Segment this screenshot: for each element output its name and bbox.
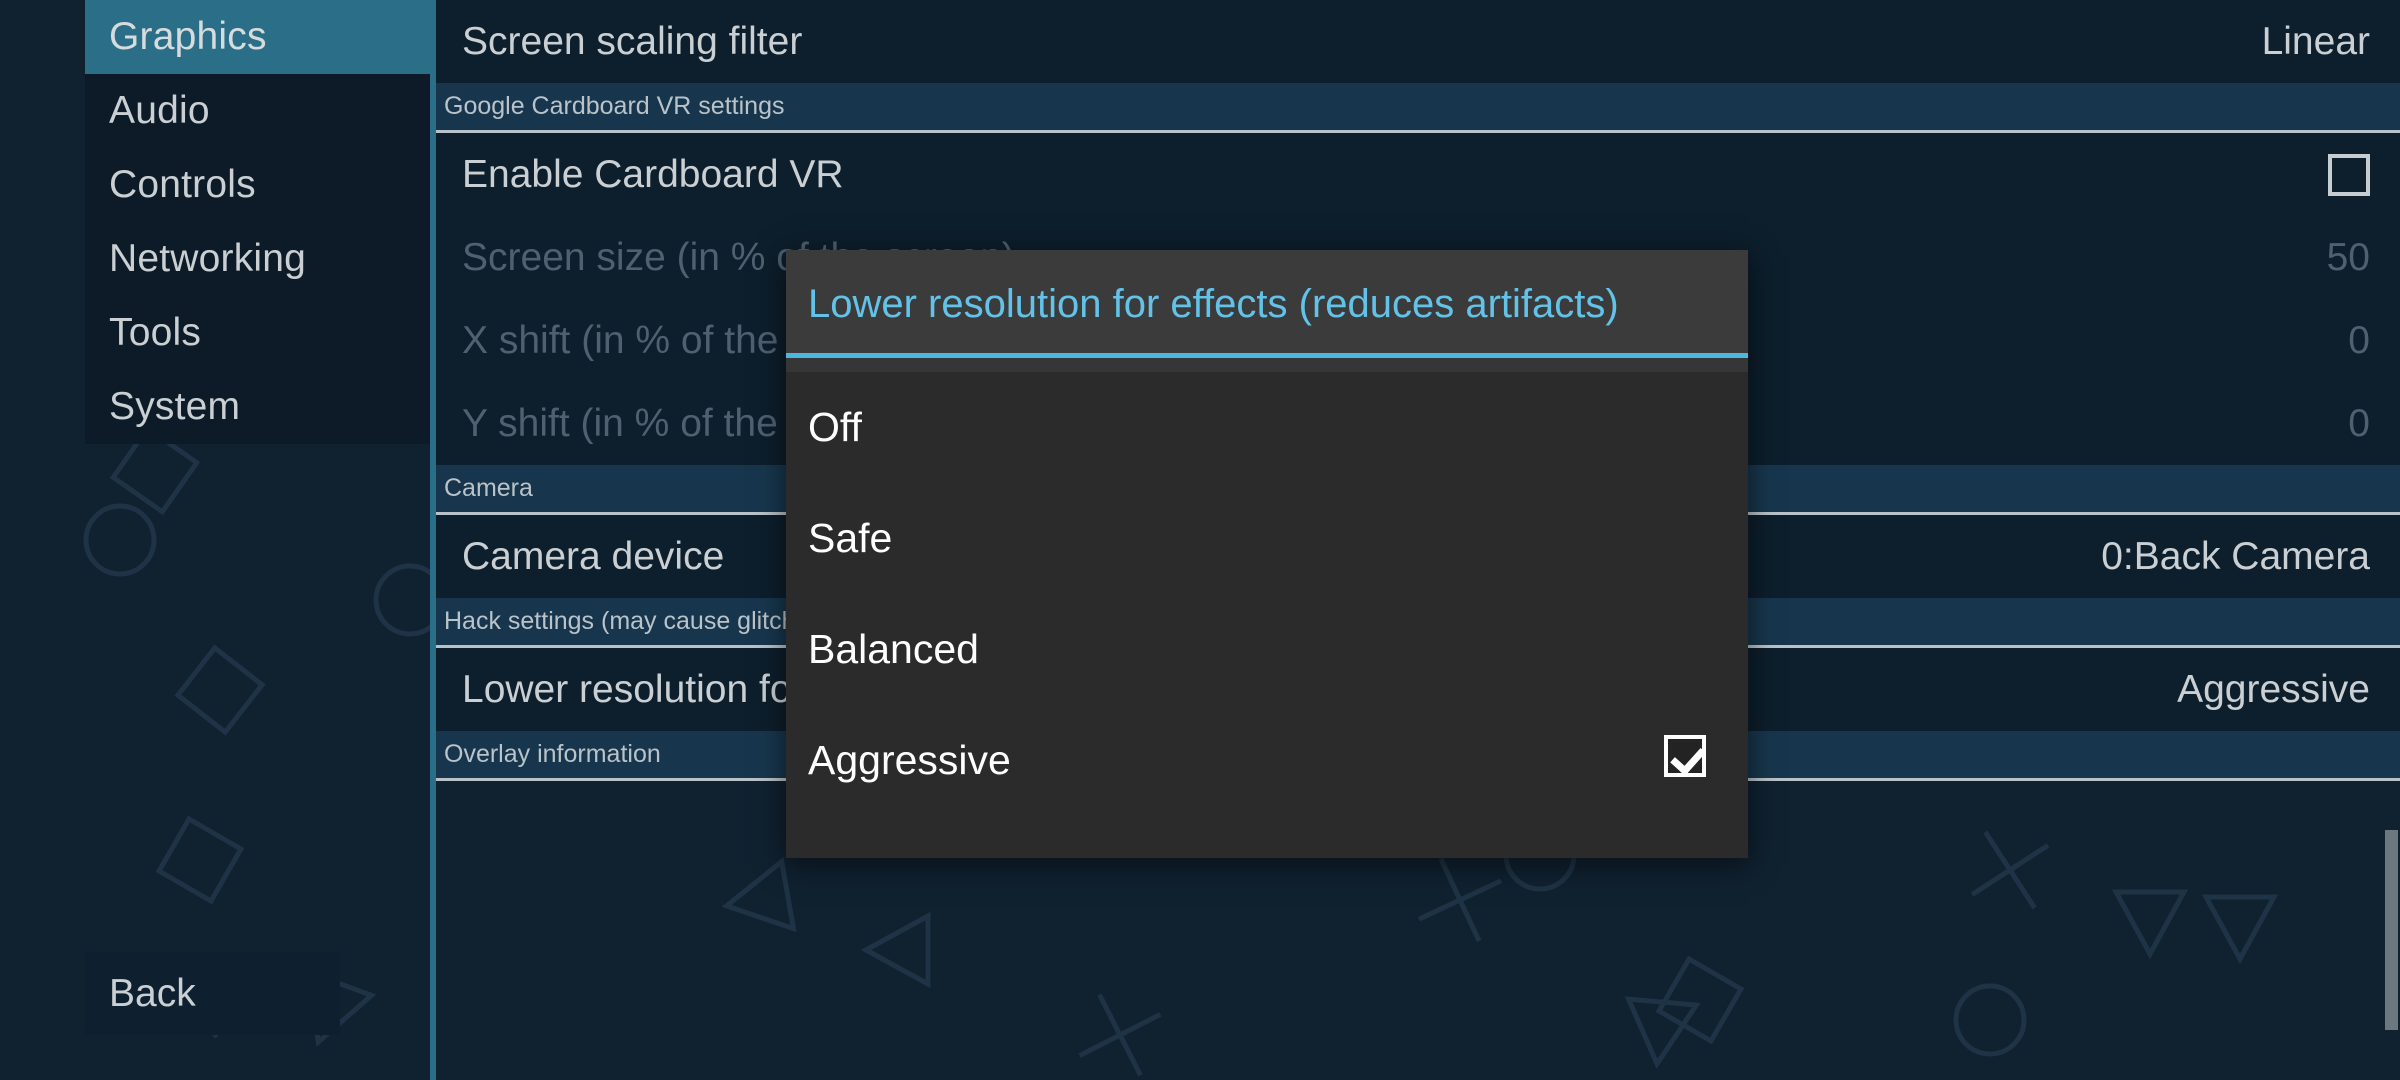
option-dialog-list: Off Safe Balanced Aggressive xyxy=(786,372,1748,858)
settings-row-value: Aggressive xyxy=(2177,667,2370,711)
settings-row-label: Enable Cardboard VR xyxy=(462,152,844,196)
sidebar-item-audio[interactable]: Audio xyxy=(85,74,430,148)
settings-row[interactable]: Enable Cardboard VR xyxy=(436,133,2400,216)
scrollbar-thumb[interactable] xyxy=(2385,830,2398,1030)
option-item-label: Off xyxy=(808,404,862,450)
scrollbar[interactable] xyxy=(2384,0,2400,1080)
sidebar: Graphics Audio Controls Networking Tools Syst… xyxy=(85,0,430,1080)
settings-row-value: 0:Back Camera xyxy=(2101,534,2370,578)
settings-row[interactable]: Screen scaling filter Linear xyxy=(436,0,2400,83)
checkbox-icon[interactable] xyxy=(2328,153,2370,196)
option-checkbox-icon[interactable] xyxy=(1664,734,1706,787)
option-item-label: Balanced xyxy=(808,626,979,672)
section-header-label: Google Cardboard VR settings xyxy=(444,92,785,120)
sidebar-item-controls[interactable]: Controls xyxy=(85,148,430,222)
sidebar-item-graphics[interactable]: Graphics xyxy=(85,0,430,74)
checked-checkbox-icon[interactable] xyxy=(1664,734,1706,777)
panel-left-accent-border xyxy=(430,0,436,1080)
sidebar-list: Graphics Audio Controls Networking Tools Syst… xyxy=(85,0,430,444)
option-item-aggressive[interactable]: Aggressive xyxy=(786,705,1748,816)
settings-row-label: Screen scaling filter xyxy=(462,19,803,63)
settings-row-value: 0 xyxy=(2348,401,2370,445)
settings-row-value: 0 xyxy=(2348,318,2370,362)
settings-row-value: Linear xyxy=(2261,19,2370,63)
option-dialog-divider xyxy=(786,358,1748,372)
settings-section-header: Google Cardboard VR settings xyxy=(436,83,2400,133)
sidebar-item-system[interactable]: System xyxy=(85,370,430,444)
option-item-balanced[interactable]: Balanced xyxy=(786,594,1748,705)
back-button[interactable]: Back xyxy=(85,952,340,1035)
option-item-off[interactable]: Off xyxy=(786,372,1748,483)
option-item-label: Aggressive xyxy=(808,737,1011,783)
option-dialog: Lower resolution for effects (reduces ar… xyxy=(786,250,1748,858)
option-dialog-title: Lower resolution for effects (reduces ar… xyxy=(786,250,1748,358)
settings-row-value: 50 xyxy=(2326,235,2370,279)
sidebar-item-networking[interactable]: Networking xyxy=(85,222,430,296)
option-item-label: Safe xyxy=(808,515,893,561)
sidebar-item-tools[interactable]: Tools xyxy=(85,296,430,370)
option-item-safe[interactable]: Safe xyxy=(786,483,1748,594)
settings-screen: Graphics Audio Controls Networking Tools Syst… xyxy=(0,0,2400,1080)
